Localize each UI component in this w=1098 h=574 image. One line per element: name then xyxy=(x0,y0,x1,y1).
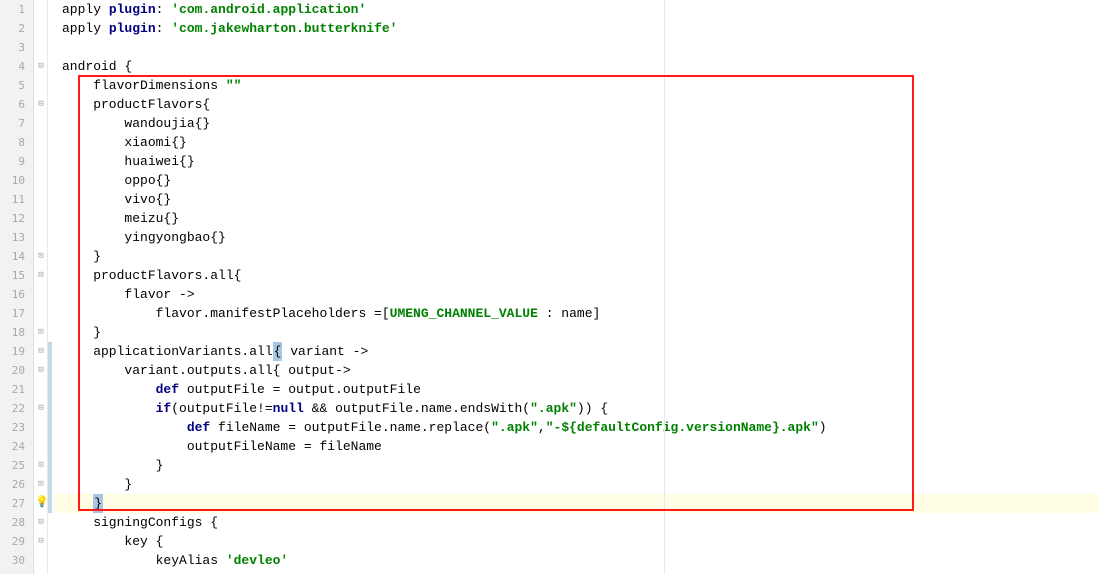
line-number: 17 xyxy=(0,304,25,323)
fold-toggle-icon[interactable]: ⊟ xyxy=(36,99,46,109)
fold-gutter[interactable]: ⊟ ⊟ ⊡ ⊟ ⊡ ⊟ ⊟ ⊟ ⊡ ⊡ 💡 ⊟ ⊟ xyxy=(34,0,48,574)
line-number: 29 xyxy=(0,532,25,551)
code-line[interactable]: meizu{} xyxy=(54,209,1098,228)
line-number: 21 xyxy=(0,380,25,399)
code-line[interactable]: variant.outputs.all{ output-> xyxy=(54,361,1098,380)
code-line[interactable]: android { xyxy=(54,57,1098,76)
fold-toggle-icon[interactable]: ⊟ xyxy=(36,517,46,527)
fold-toggle-icon[interactable]: ⊟ xyxy=(36,403,46,413)
fold-toggle-icon[interactable]: ⊟ xyxy=(36,365,46,375)
line-number: 18 xyxy=(0,323,25,342)
code-line[interactable]: yingyongbao{} xyxy=(54,228,1098,247)
code-line[interactable]: vivo{} xyxy=(54,190,1098,209)
code-line[interactable]: flavor.manifestPlaceholders =[UMENG_CHAN… xyxy=(54,304,1098,323)
fold-toggle-icon[interactable]: ⊟ xyxy=(36,346,46,356)
code-line[interactable]: productFlavors{ xyxy=(54,95,1098,114)
line-number: 1 xyxy=(0,0,25,19)
line-number: 5 xyxy=(0,76,25,95)
line-number: 15 xyxy=(0,266,25,285)
code-line-current[interactable]: } xyxy=(54,494,1098,513)
code-line[interactable]: applicationVariants.all{ variant -> xyxy=(54,342,1098,361)
code-line[interactable]: keyAlias 'devleo' xyxy=(54,551,1098,570)
code-line[interactable]: } xyxy=(54,323,1098,342)
fold-toggle-icon[interactable]: ⊟ xyxy=(36,61,46,71)
code-line[interactable]: def fileName = outputFile.name.replace("… xyxy=(54,418,1098,437)
code-line[interactable]: } xyxy=(54,475,1098,494)
code-line[interactable]: flavor -> xyxy=(54,285,1098,304)
code-line[interactable]: outputFileName = fileName xyxy=(54,437,1098,456)
fold-end-icon: ⊡ xyxy=(36,327,46,337)
code-line[interactable]: apply plugin: 'com.jakewharton.butterkni… xyxy=(54,19,1098,38)
intention-bulb-icon[interactable]: 💡 xyxy=(35,497,47,509)
line-number: 7 xyxy=(0,114,25,133)
line-number: 2 xyxy=(0,19,25,38)
code-line[interactable]: productFlavors.all{ xyxy=(54,266,1098,285)
code-line[interactable]: signingConfigs { xyxy=(54,513,1098,532)
brace-match-highlight: { xyxy=(273,342,283,361)
code-line[interactable]: wandoujia{} xyxy=(54,114,1098,133)
line-number: 23 xyxy=(0,418,25,437)
code-line[interactable]: key { xyxy=(54,532,1098,551)
line-number: 13 xyxy=(0,228,25,247)
line-number: 9 xyxy=(0,152,25,171)
code-line[interactable] xyxy=(54,38,1098,57)
line-number: 14 xyxy=(0,247,25,266)
line-number: 20 xyxy=(0,361,25,380)
line-number: 12 xyxy=(0,209,25,228)
code-area[interactable]: apply plugin: 'com.android.application' … xyxy=(54,0,1098,574)
line-number: 28 xyxy=(0,513,25,532)
code-line[interactable]: huaiwei{} xyxy=(54,152,1098,171)
change-marker xyxy=(48,342,52,513)
code-line[interactable]: if(outputFile!=null && outputFile.name.e… xyxy=(54,399,1098,418)
fold-end-icon: ⊡ xyxy=(36,251,46,261)
line-number: 19 xyxy=(0,342,25,361)
line-number: 26 xyxy=(0,475,25,494)
line-number: 30 xyxy=(0,551,25,570)
line-number: 16 xyxy=(0,285,25,304)
line-number: 22 xyxy=(0,399,25,418)
code-line[interactable]: oppo{} xyxy=(54,171,1098,190)
line-number: 25 xyxy=(0,456,25,475)
code-line[interactable]: def outputFile = output.outputFile xyxy=(54,380,1098,399)
line-number: 6 xyxy=(0,95,25,114)
code-line[interactable]: } xyxy=(54,247,1098,266)
code-editor[interactable]: 1 2 3 4 5 6 7 8 9 10 11 12 13 14 15 16 1… xyxy=(0,0,1098,574)
line-number-gutter: 1 2 3 4 5 6 7 8 9 10 11 12 13 14 15 16 1… xyxy=(0,0,34,574)
code-line[interactable]: xiaomi{} xyxy=(54,133,1098,152)
code-line[interactable]: flavorDimensions "" xyxy=(54,76,1098,95)
caret-position: } xyxy=(93,494,103,513)
line-number: 27 xyxy=(0,494,25,513)
line-number: 3 xyxy=(0,38,25,57)
line-number: 4 xyxy=(0,57,25,76)
line-number: 10 xyxy=(0,171,25,190)
fold-end-icon: ⊡ xyxy=(36,460,46,470)
fold-toggle-icon[interactable]: ⊟ xyxy=(36,270,46,280)
line-number: 8 xyxy=(0,133,25,152)
code-line[interactable]: } xyxy=(54,456,1098,475)
fold-end-icon: ⊡ xyxy=(36,479,46,489)
wrap-guide-line xyxy=(664,0,665,574)
line-number: 24 xyxy=(0,437,25,456)
line-number: 11 xyxy=(0,190,25,209)
code-line[interactable]: apply plugin: 'com.android.application' xyxy=(54,0,1098,19)
fold-toggle-icon[interactable]: ⊟ xyxy=(36,536,46,546)
